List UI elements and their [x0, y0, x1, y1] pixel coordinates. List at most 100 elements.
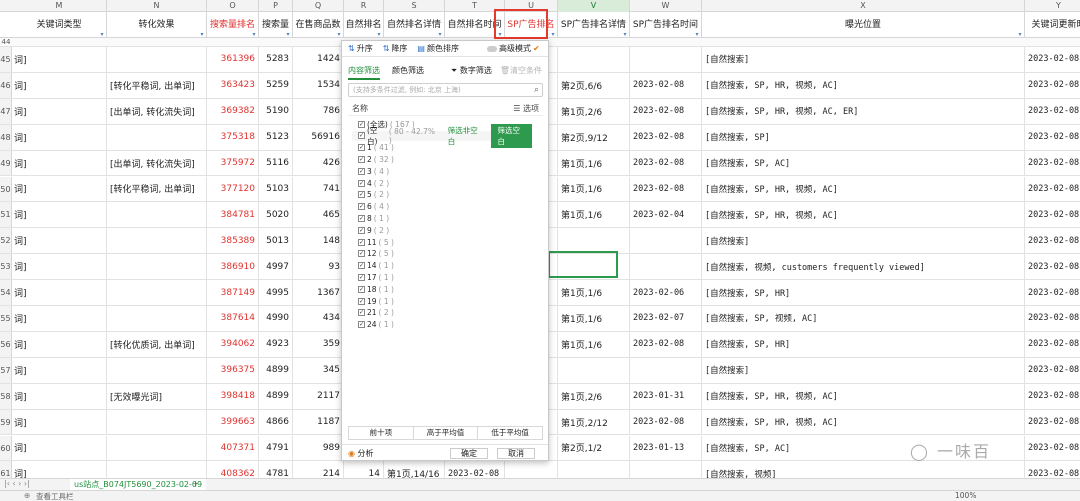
- item-count: ( 2 ): [373, 190, 390, 200]
- checkbox[interactable]: ✓: [358, 309, 365, 317]
- item-count: ( 80 - 42.7% ): [388, 126, 435, 145]
- trash-icon: 🗑: [499, 66, 510, 75]
- filter-empty-button[interactable]: 筛选空白: [491, 123, 532, 148]
- checkbox[interactable]: ✓: [358, 238, 365, 246]
- filter-search-input[interactable]: (支持多条件过滤, 例如: 北京 上海) ⌕: [348, 83, 543, 97]
- palette-icon: ▤: [417, 44, 425, 53]
- filter-list-item[interactable]: ✓ 8( 1 ): [358, 213, 389, 223]
- sort-bar: ⇅ 升序 ⇅ 降序 ▤ 颜色排序 高级模式 ✔: [342, 41, 548, 57]
- tab-content-filter[interactable]: 内容筛选: [348, 65, 380, 80]
- panel-footer: ◉ 分析 确定 取消: [342, 444, 548, 460]
- item-label: 21: [367, 308, 377, 318]
- toggle-icon: [486, 45, 497, 52]
- below-average-button[interactable]: 低于平均值: [478, 427, 542, 439]
- checkbox[interactable]: ✓: [358, 155, 365, 163]
- item-count: ( 1 ): [373, 213, 390, 223]
- options-button[interactable]: ☰ 选项: [513, 103, 539, 114]
- filter-list-item[interactable]: ✓ 1( 41 ): [358, 143, 394, 153]
- filter-list-item[interactable]: ✓ 19( 1 ): [358, 296, 394, 306]
- filter-list-item[interactable]: ✓ 14( 1 ): [358, 261, 394, 271]
- sort-desc-icon: ⇅: [382, 44, 390, 53]
- item-label: 9: [367, 225, 372, 235]
- sort-asc-icon: ⇅: [348, 44, 355, 53]
- filter-list-item[interactable]: ✓ 6( 4 ): [358, 202, 389, 212]
- list-header: 名称 ☰ 选项: [352, 103, 539, 114]
- item-label: 5: [367, 190, 372, 200]
- item-count: ( 1 ): [378, 284, 394, 294]
- add-sheet-button[interactable]: +: [192, 479, 199, 488]
- checkbox[interactable]: ✓: [358, 285, 365, 293]
- checkbox[interactable]: ✓: [358, 179, 365, 187]
- filter-list-item[interactable]: ✓ 21( 2 ): [358, 308, 394, 318]
- checkbox[interactable]: ✓: [358, 250, 365, 258]
- filter-list-item[interactable]: ✓ 2( 32 ): [358, 154, 394, 164]
- checkbox[interactable]: ✓: [358, 191, 365, 199]
- ok-button[interactable]: 确定: [450, 448, 488, 459]
- checkbox[interactable]: ✓: [358, 167, 365, 175]
- filter-list-item[interactable]: ✓ 4( 2 ): [358, 178, 389, 188]
- filter-list-item[interactable]: ✓ 5( 2 ): [358, 190, 389, 200]
- filter-list-item[interactable]: ✓ 12( 5 ): [358, 249, 394, 259]
- sort-desc-button[interactable]: ⇅ 降序: [383, 43, 408, 54]
- item-label: 19: [367, 296, 377, 306]
- item-label: 14: [367, 261, 377, 271]
- sort-asc-button[interactable]: ⇅ 升序: [348, 43, 373, 54]
- analyze-button[interactable]: ◉ 分析: [348, 448, 374, 459]
- tab-color-filter[interactable]: 颜色筛选: [392, 65, 424, 80]
- checkbox[interactable]: ✓: [358, 273, 365, 281]
- top10-button[interactable]: 前十项: [349, 427, 414, 439]
- cancel-button[interactable]: 取消: [497, 448, 535, 459]
- status-bar: ⊕ 查看工具栏 100%: [0, 490, 1080, 501]
- sheet-tab-active[interactable]: us站点_B074JT5690_2023-02-09: [70, 479, 207, 490]
- filter-list-item[interactable]: ✓ 17( 1 ): [358, 272, 394, 282]
- filter-list-item[interactable]: ✓ 3( 4 ): [358, 166, 389, 176]
- funnel-icon: ⏷: [450, 66, 458, 75]
- filter-list-item[interactable]: ✓ (空白)( 80 - 42.7% ) 筛选非空白 筛选空白: [352, 123, 532, 148]
- item-count: ( 1 ): [378, 320, 394, 330]
- item-label: 24: [367, 320, 377, 330]
- zoom-level[interactable]: 100%: [955, 491, 976, 500]
- filter-list-item[interactable]: ✓ 9( 2 ): [358, 225, 389, 235]
- filter-list-item[interactable]: ✓ 24( 1 ): [358, 320, 394, 330]
- toolbar-icon: ⊕: [24, 491, 31, 500]
- clear-conditions-button[interactable]: 🗑清空条件: [500, 65, 542, 76]
- filter-nonempty-button[interactable]: 筛选非空白: [448, 125, 484, 147]
- status-toolbar-label[interactable]: 查看工具栏: [36, 491, 74, 501]
- item-count: ( 2 ): [373, 178, 390, 188]
- item-label: 8: [367, 213, 372, 223]
- filter-value-list: ✓ (全选)( 167 ) ✓ (空白)( 80 - 42.7% ) 筛选非空白 筛选空白…: [348, 115, 543, 411]
- checkbox[interactable]: ✓: [358, 262, 365, 270]
- analyze-icon: ◉: [348, 449, 355, 458]
- item-count: ( 41 ): [373, 143, 394, 153]
- checkbox[interactable]: ✓: [358, 214, 365, 222]
- number-filter-button[interactable]: ⏷ 数字筛选: [451, 65, 492, 76]
- item-count: ( 32 ): [373, 154, 394, 164]
- above-average-button[interactable]: 高于平均值: [414, 427, 479, 439]
- checkbox[interactable]: ✓: [358, 132, 365, 140]
- checkbox[interactable]: ✓: [358, 226, 365, 234]
- sheet-nav-icons[interactable]: |‹ ‹ › ›|: [4, 479, 30, 488]
- filter-list-item[interactable]: ✓ 11( 5 ): [358, 237, 394, 247]
- advanced-mode-toggle[interactable]: 高级模式 ✔: [486, 43, 540, 54]
- menu-icon: ☰: [513, 104, 521, 113]
- checkbox[interactable]: ✓: [358, 297, 365, 305]
- checkbox[interactable]: ✓: [358, 144, 365, 152]
- sort-color-button[interactable]: ▤ 颜色排序: [417, 43, 459, 54]
- item-label: 3: [367, 166, 372, 176]
- item-count: ( 1 ): [378, 261, 394, 271]
- item-label: 11: [367, 237, 377, 247]
- wechat-icon: ◯: [910, 442, 930, 461]
- checkbox[interactable]: ✓: [358, 321, 365, 329]
- checkbox[interactable]: ✓: [358, 203, 365, 211]
- quick-filter-buttons: 前十项 高于平均值 低于平均值: [348, 426, 543, 440]
- item-count: ( 4 ): [373, 166, 390, 176]
- sheet-tab-bar: |‹ ‹ › ›| us站点_B074JT5690_2023-02-09 +: [0, 478, 1080, 490]
- checkbox[interactable]: ✓: [358, 120, 365, 128]
- filter-panel: ⇅ 升序 ⇅ 降序 ▤ 颜色排序 高级模式 ✔ 内容筛选 颜色筛选 ⏷ 数字筛选 🗑清空…: [341, 40, 549, 461]
- item-label: 18: [367, 284, 377, 294]
- spreadsheet-window: MNOPQRSTUVWXY 关键词类型 ▾ 转化效果 ▾ 搜索量排名 ▾ 搜索量 ▾ 在售商品数…: [0, 0, 1080, 501]
- item-label: 17: [367, 272, 377, 282]
- item-count: ( 5 ): [378, 249, 394, 259]
- filter-list-item[interactable]: ✓ 18( 1 ): [358, 284, 394, 294]
- item-count: ( 1 ): [378, 296, 394, 306]
